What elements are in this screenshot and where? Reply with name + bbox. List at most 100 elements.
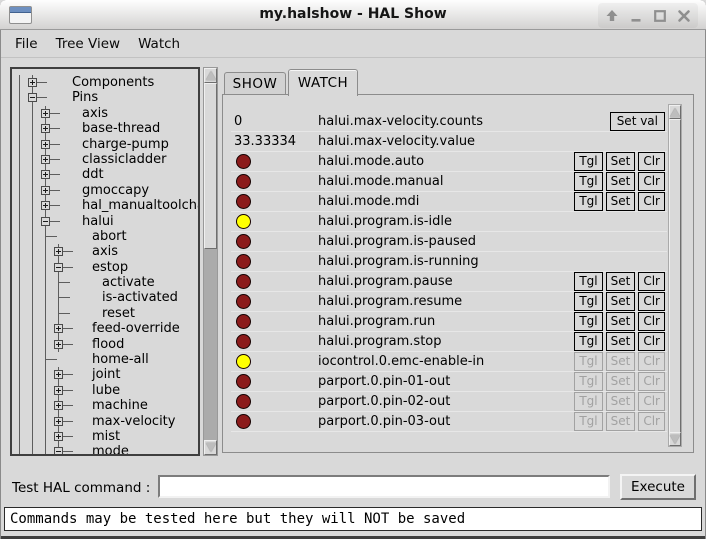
expand-icon[interactable]: [41, 201, 50, 210]
tgl-button[interactable]: Tgl: [574, 272, 602, 291]
tree-node-label[interactable]: reset: [102, 306, 135, 321]
tree-node-label[interactable]: feed-override: [92, 321, 180, 336]
tree-node[interactable]: axis: [12, 106, 198, 121]
tree-scrollbar-thumb[interactable]: [204, 83, 217, 249]
expand-icon[interactable]: [41, 155, 50, 164]
scroll-down-icon[interactable]: [204, 440, 217, 455]
tgl-button[interactable]: Tgl: [574, 332, 602, 351]
tree-node[interactable]: reset: [12, 306, 198, 321]
tree-node-label[interactable]: abort: [92, 229, 127, 244]
clr-button[interactable]: Clr: [638, 332, 665, 351]
tree-node-label[interactable]: axis: [82, 106, 108, 121]
expand-icon[interactable]: [54, 324, 63, 333]
tgl-button[interactable]: Tgl: [574, 172, 602, 191]
set-val-button[interactable]: Set val: [610, 112, 665, 131]
expand-icon[interactable]: [28, 78, 37, 87]
tree-node-label[interactable]: base-thread: [82, 121, 160, 136]
expand-icon[interactable]: [41, 186, 50, 195]
collapse-icon[interactable]: [28, 93, 37, 102]
close-icon[interactable]: [672, 4, 696, 28]
tree-scrollbar[interactable]: [203, 67, 218, 456]
set-button[interactable]: Set: [606, 272, 636, 291]
expand-icon[interactable]: [41, 124, 50, 133]
tree-node[interactable]: home-all: [12, 352, 198, 367]
scroll-up-icon[interactable]: [204, 68, 217, 83]
tree-node[interactable]: Pins: [12, 90, 198, 105]
tgl-button[interactable]: Tgl: [574, 312, 602, 331]
tree-node[interactable]: ddt: [12, 167, 198, 182]
expand-icon[interactable]: [54, 432, 63, 441]
tree-node[interactable]: lube: [12, 383, 198, 398]
tgl-button[interactable]: Tgl: [574, 292, 602, 311]
tree-node[interactable]: gmoccapy: [12, 183, 198, 198]
menu-item-watch[interactable]: Watch: [129, 32, 189, 56]
menu-item-tree-view[interactable]: Tree View: [47, 32, 129, 56]
collapse-icon[interactable]: [41, 217, 50, 226]
tree-node-label[interactable]: mist: [92, 429, 120, 444]
hal-command-input[interactable]: [158, 475, 610, 498]
expand-icon[interactable]: [54, 417, 63, 426]
tree-node-label[interactable]: gmoccapy: [82, 183, 149, 198]
tree-node-label[interactable]: is-activated: [102, 290, 178, 305]
minimize-icon[interactable]: [624, 4, 648, 28]
tree-node-label[interactable]: Components: [72, 75, 154, 90]
collapse-icon[interactable]: [54, 263, 63, 272]
tree-node-label[interactable]: ddt: [82, 167, 104, 182]
tree-node[interactable]: base-thread: [12, 121, 198, 136]
watch-scrollbar-thumb[interactable]: [669, 119, 681, 434]
tree-node[interactable]: feed-override: [12, 321, 198, 336]
expand-icon[interactable]: [54, 386, 63, 395]
tree-node-label[interactable]: max-velocity: [92, 414, 175, 429]
tree-node[interactable]: machine: [12, 398, 198, 413]
clr-button[interactable]: Clr: [638, 172, 665, 191]
tab-show[interactable]: SHOW: [224, 72, 286, 95]
execute-button[interactable]: Execute: [620, 474, 696, 500]
tree-node-label[interactable]: Pins: [72, 90, 98, 105]
tree-node-label[interactable]: lube: [92, 383, 120, 398]
clr-button[interactable]: Clr: [638, 192, 665, 211]
tree-node-label[interactable]: flood: [92, 337, 124, 352]
tree-node[interactable]: is-activated: [12, 290, 198, 305]
tree-node[interactable]: hal_manualtoolchan: [12, 198, 198, 213]
tree-node[interactable]: axis: [12, 244, 198, 259]
maximize-icon[interactable]: [648, 4, 672, 28]
tree-node[interactable]: halui: [12, 214, 198, 229]
tree-node-label[interactable]: activate: [102, 275, 155, 290]
expand-icon[interactable]: [41, 109, 50, 118]
tree-node[interactable]: activate: [12, 275, 198, 290]
tree-node-label[interactable]: estop: [92, 260, 128, 275]
tree-node[interactable]: mode: [12, 444, 198, 454]
set-button[interactable]: Set: [606, 152, 636, 171]
scroll-down-icon[interactable]: [669, 432, 681, 446]
expand-icon[interactable]: [41, 170, 50, 179]
tree-node[interactable]: classicladder: [12, 152, 198, 167]
expand-icon[interactable]: [54, 370, 63, 379]
expand-icon[interactable]: [54, 247, 63, 256]
expand-icon[interactable]: [41, 140, 50, 149]
collapse-icon[interactable]: [54, 447, 63, 454]
set-button[interactable]: Set: [606, 292, 636, 311]
menu-item-file[interactable]: File: [6, 32, 47, 56]
tree-node[interactable]: charge-pump: [12, 137, 198, 152]
tree-node-label[interactable]: hal_manualtoolchan: [82, 198, 198, 213]
set-button[interactable]: Set: [606, 332, 636, 351]
tree-node-label[interactable]: halui: [82, 214, 114, 229]
set-button[interactable]: Set: [606, 172, 636, 191]
tree-node[interactable]: flood: [12, 337, 198, 352]
tree-node[interactable]: abort: [12, 229, 198, 244]
watch-scrollbar[interactable]: [668, 104, 682, 447]
scroll-up-icon[interactable]: [669, 105, 681, 119]
set-button[interactable]: Set: [606, 192, 636, 211]
tree-node-label[interactable]: mode: [92, 444, 129, 454]
tgl-button[interactable]: Tgl: [574, 152, 602, 171]
tree-node-label[interactable]: charge-pump: [82, 137, 169, 152]
tree-node-label[interactable]: classicladder: [82, 152, 166, 167]
tree-node-label[interactable]: axis: [92, 244, 118, 259]
tab-watch[interactable]: WATCH: [288, 69, 358, 96]
tree-node[interactable]: mist: [12, 429, 198, 444]
tree-node[interactable]: joint: [12, 367, 198, 382]
tree-node-label[interactable]: home-all: [92, 352, 149, 367]
shade-icon[interactable]: [600, 4, 624, 28]
clr-button[interactable]: Clr: [638, 312, 665, 331]
tree-node[interactable]: max-velocity: [12, 414, 198, 429]
